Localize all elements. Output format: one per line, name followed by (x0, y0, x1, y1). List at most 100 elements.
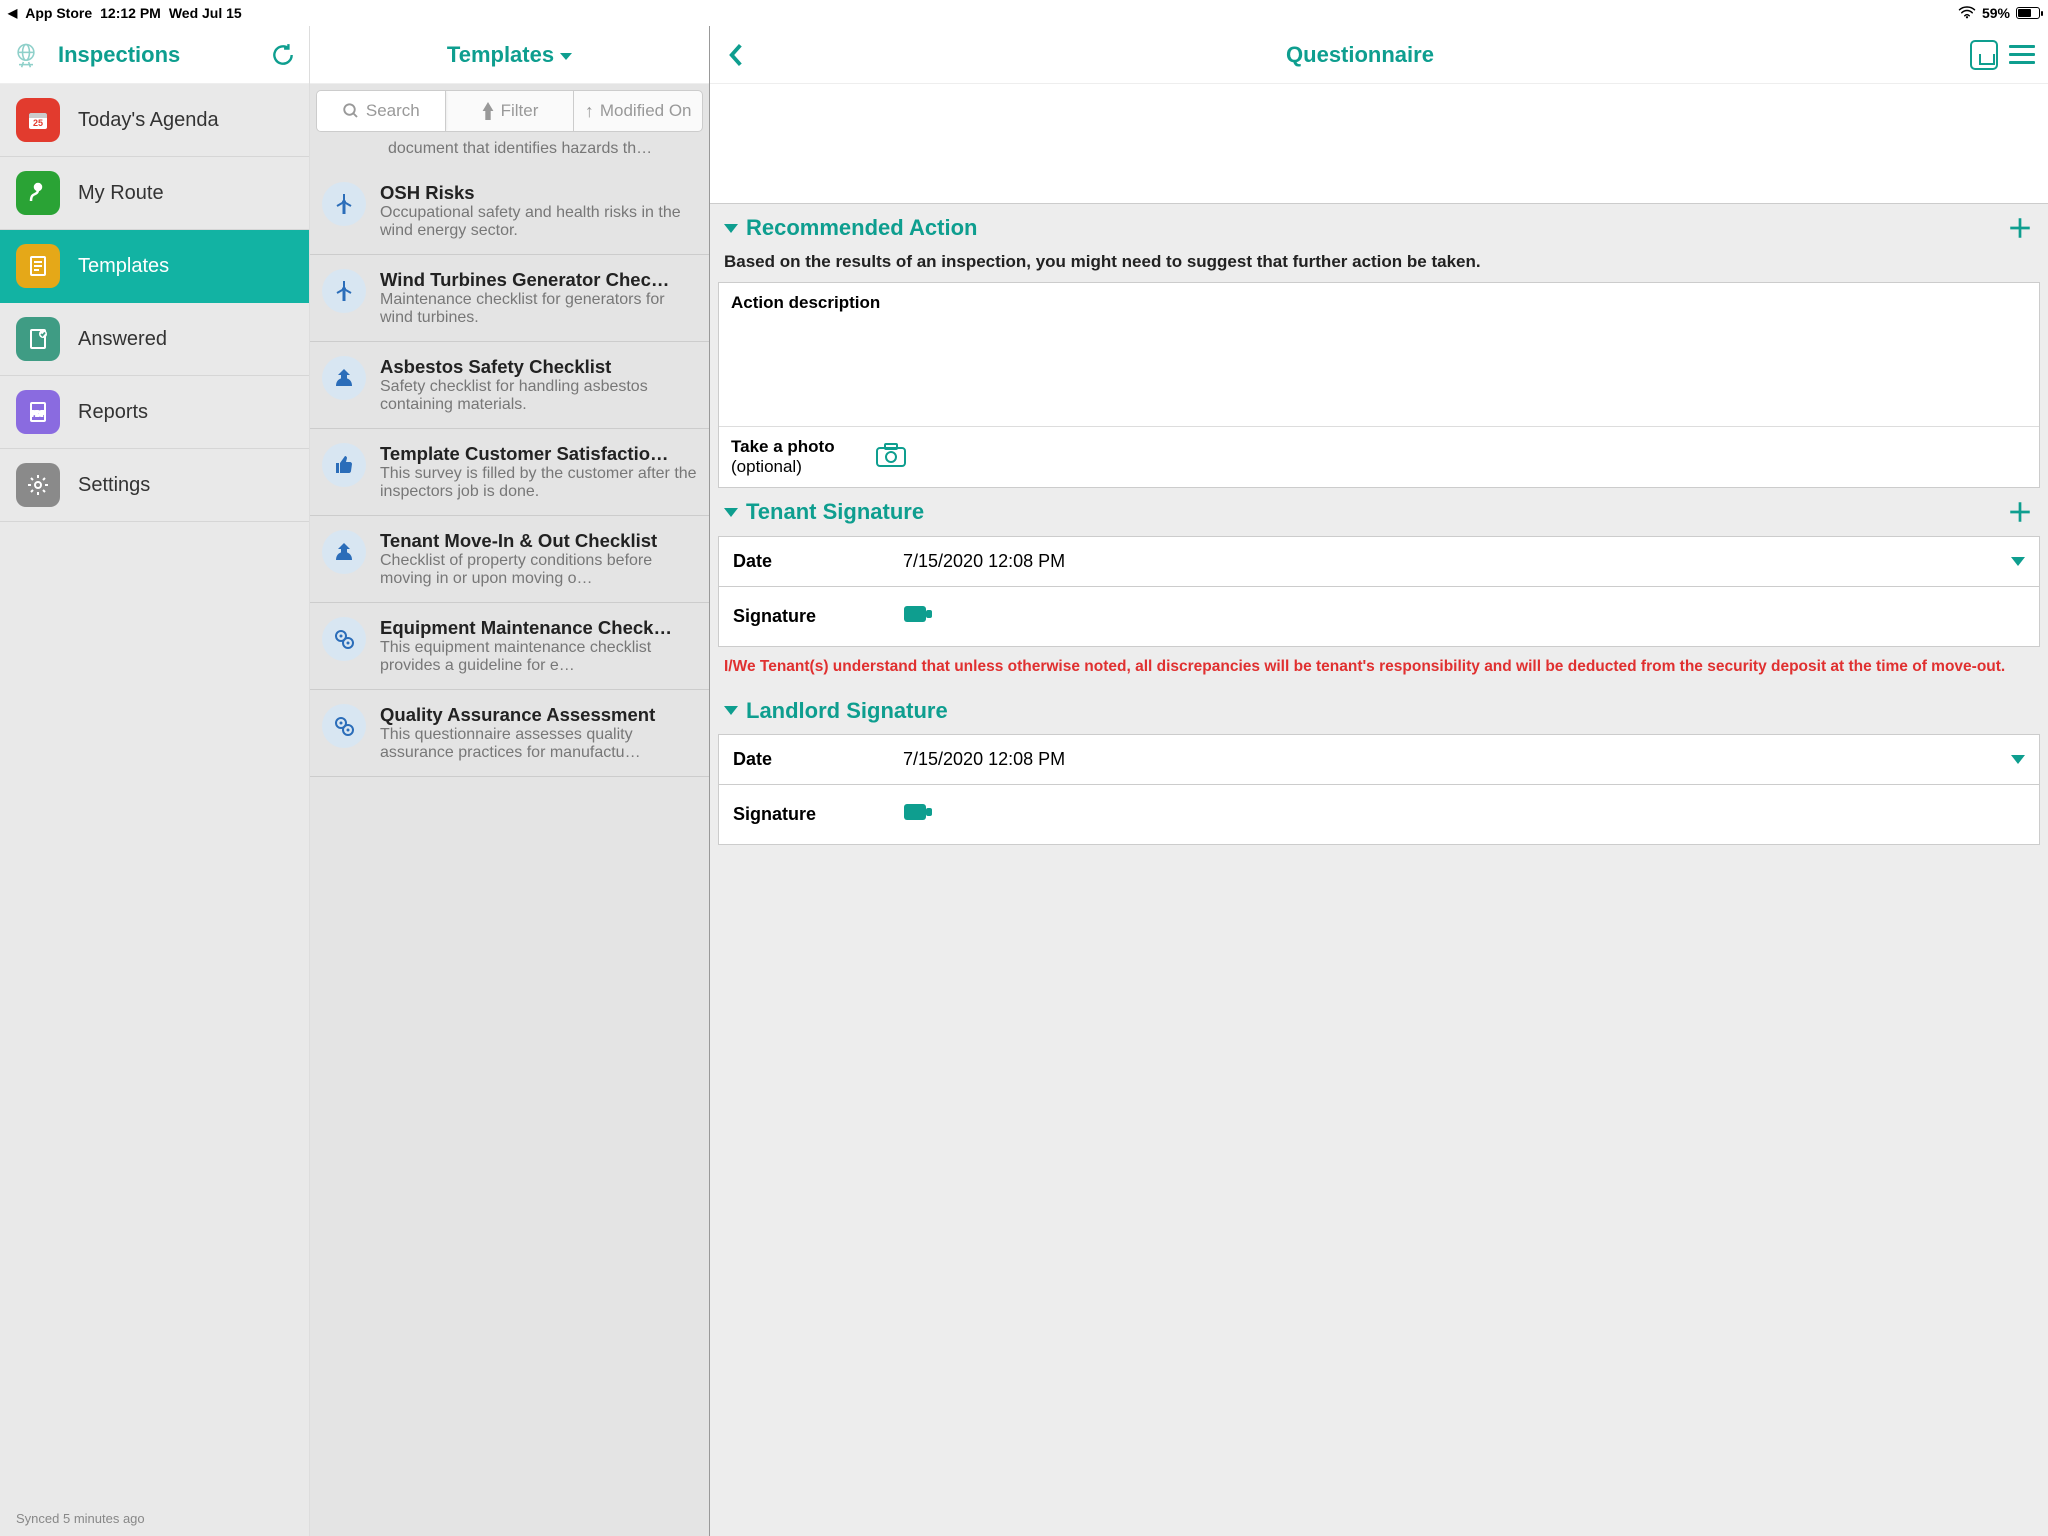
template-desc: Occupational safety and health risks in … (380, 204, 697, 240)
back-button[interactable] (722, 41, 750, 69)
sidebar-item-reports[interactable]: PDF Reports (0, 376, 309, 449)
template-item[interactable]: Asbestos Safety ChecklistSafety checklis… (310, 342, 709, 429)
sync-icon[interactable] (269, 41, 297, 69)
nav-icon: 25 (16, 98, 60, 142)
template-desc: This questionnaire assesses quality assu… (380, 726, 697, 762)
section-landlord-signature[interactable]: Landlord Signature (710, 688, 2048, 734)
template-icon (322, 269, 366, 313)
filter-button[interactable]: Filter (446, 91, 575, 131)
nav-icon (16, 171, 60, 215)
sidebar-item-label: Templates (78, 255, 169, 278)
tenant-signature-row[interactable]: Signature (718, 587, 2040, 647)
chevron-down-icon (2011, 557, 2025, 566)
template-item[interactable]: Template Customer Satisfactio…This surve… (310, 429, 709, 516)
signature-icon[interactable] (903, 601, 933, 632)
template-title: Equipment Maintenance Check… (380, 617, 697, 639)
menu-button[interactable] (2008, 41, 2036, 69)
template-item[interactable]: Tenant Move-In & Out ChecklistChecklist … (310, 516, 709, 603)
back-to-app-label[interactable]: App Store (25, 5, 92, 21)
nav-icon (16, 317, 60, 361)
tenant-disclaimer: I/We Tenant(s) understand that unless ot… (710, 647, 2048, 688)
template-title: Template Customer Satisfactio… (380, 443, 697, 465)
templates-title[interactable]: Templates (322, 42, 697, 68)
action-description-input[interactable] (719, 317, 2039, 427)
template-desc: Safety checklist for handling asbestos c… (380, 378, 697, 414)
back-to-app-icon[interactable]: ◀ (8, 6, 17, 20)
take-photo-optional: (optional) (731, 457, 835, 477)
nav-icon: PDF (16, 390, 60, 434)
questionnaire-title: Questionnaire (760, 42, 1960, 68)
template-item[interactable]: Quality Assurance AssessmentThis questio… (310, 690, 709, 777)
add-action-button[interactable] (2006, 214, 2034, 242)
template-item[interactable]: Equipment Maintenance Check…This equipme… (310, 603, 709, 690)
sidebar-item-my-route[interactable]: My Route (0, 157, 309, 230)
hamburger-icon (2009, 45, 2035, 64)
svg-text:PDF: PDF (31, 411, 46, 418)
battery-icon (2016, 7, 2040, 19)
template-desc: This survey is filled by the customer af… (380, 465, 697, 501)
status-date: Wed Jul 15 (169, 5, 242, 21)
add-tenant-signature-button[interactable] (2006, 498, 2034, 526)
action-card: Action description Take a photo (optiona… (718, 282, 2040, 488)
template-title: OSH Risks (380, 182, 697, 204)
template-title: Quality Assurance Assessment (380, 704, 697, 726)
template-desc-overflow: document that identifies hazards th… (310, 138, 709, 168)
sidebar-item-today-s-agenda[interactable]: 25 Today's Agenda (0, 84, 309, 157)
signature-icon[interactable] (903, 799, 933, 830)
save-icon (1970, 40, 1998, 70)
chevron-down-icon (724, 706, 738, 715)
tenant-date-row[interactable]: Date 7/15/2020 12:08 PM (718, 536, 2040, 587)
template-icon (322, 356, 366, 400)
sidebar-item-answered[interactable]: Answered (0, 303, 309, 376)
sync-status: Synced 5 minutes ago (0, 1501, 309, 1536)
nav-icon (16, 244, 60, 288)
template-title: Tenant Move-In & Out Checklist (380, 530, 697, 552)
template-icon (322, 443, 366, 487)
chevron-down-icon (724, 224, 738, 233)
template-desc: Maintenance checklist for generators for… (380, 291, 697, 327)
template-icon (322, 617, 366, 661)
template-icon (322, 530, 366, 574)
sidebar-title: Inspections (58, 42, 259, 68)
app-logo-icon (12, 41, 40, 69)
chevron-down-icon (560, 53, 572, 60)
save-button[interactable] (1970, 41, 1998, 69)
wifi-icon (1958, 5, 1976, 22)
template-title: Wind Turbines Generator Chec… (380, 269, 697, 291)
camera-icon[interactable] (875, 441, 907, 474)
sidebar-nav: 25 Today's Agenda My Route Templates Answere… (0, 84, 309, 1501)
sidebar-item-label: Reports (78, 401, 148, 424)
templates-toolbar: Search Filter ↑Modified On (316, 90, 703, 132)
svg-text:25: 25 (33, 118, 43, 128)
tenant-date-value: 7/15/2020 12:08 PM (903, 551, 2011, 572)
templates-list[interactable]: document that identifies hazards th… OSH… (310, 138, 709, 1536)
sort-button[interactable]: ↑Modified On (574, 91, 702, 131)
chevron-down-icon (2011, 755, 2025, 764)
questionnaire-prior-content (710, 84, 2048, 204)
template-icon (322, 704, 366, 748)
sidebar-item-settings[interactable]: Settings (0, 449, 309, 522)
section-recommended-action[interactable]: Recommended Action (710, 204, 2048, 252)
status-time: 12:12 PM (100, 5, 161, 21)
nav-icon (16, 463, 60, 507)
battery-percent: 59% (1982, 5, 2010, 21)
sidebar-item-templates[interactable]: Templates (0, 230, 309, 303)
landlord-date-row[interactable]: Date 7/15/2020 12:08 PM (718, 734, 2040, 785)
sidebar-item-label: Today's Agenda (78, 109, 219, 132)
landlord-date-value: 7/15/2020 12:08 PM (903, 749, 2011, 770)
action-description-label: Action description (719, 283, 2039, 317)
landlord-signature-row[interactable]: Signature (718, 785, 2040, 845)
template-desc: This equipment maintenance checklist pro… (380, 639, 697, 675)
sidebar-item-label: Answered (78, 328, 167, 351)
template-item[interactable]: Wind Turbines Generator Chec…Maintenance… (310, 255, 709, 342)
templates-panel: Templates Search Filter ↑Modified On doc… (310, 26, 710, 1536)
section-recommended-desc: Based on the results of an inspection, y… (710, 252, 2048, 282)
template-desc: Checklist of property conditions before … (380, 552, 697, 588)
sidebar-item-label: Settings (78, 474, 150, 497)
template-item[interactable]: OSH RisksOccupational safety and health … (310, 168, 709, 255)
section-tenant-signature[interactable]: Tenant Signature (710, 488, 2048, 536)
status-bar: ◀ App Store 12:12 PM Wed Jul 15 59% (0, 0, 2048, 26)
search-input[interactable]: Search (317, 91, 446, 131)
chevron-down-icon (724, 508, 738, 517)
questionnaire-panel: Questionnaire Recommended Action Based o… (710, 26, 2048, 1536)
